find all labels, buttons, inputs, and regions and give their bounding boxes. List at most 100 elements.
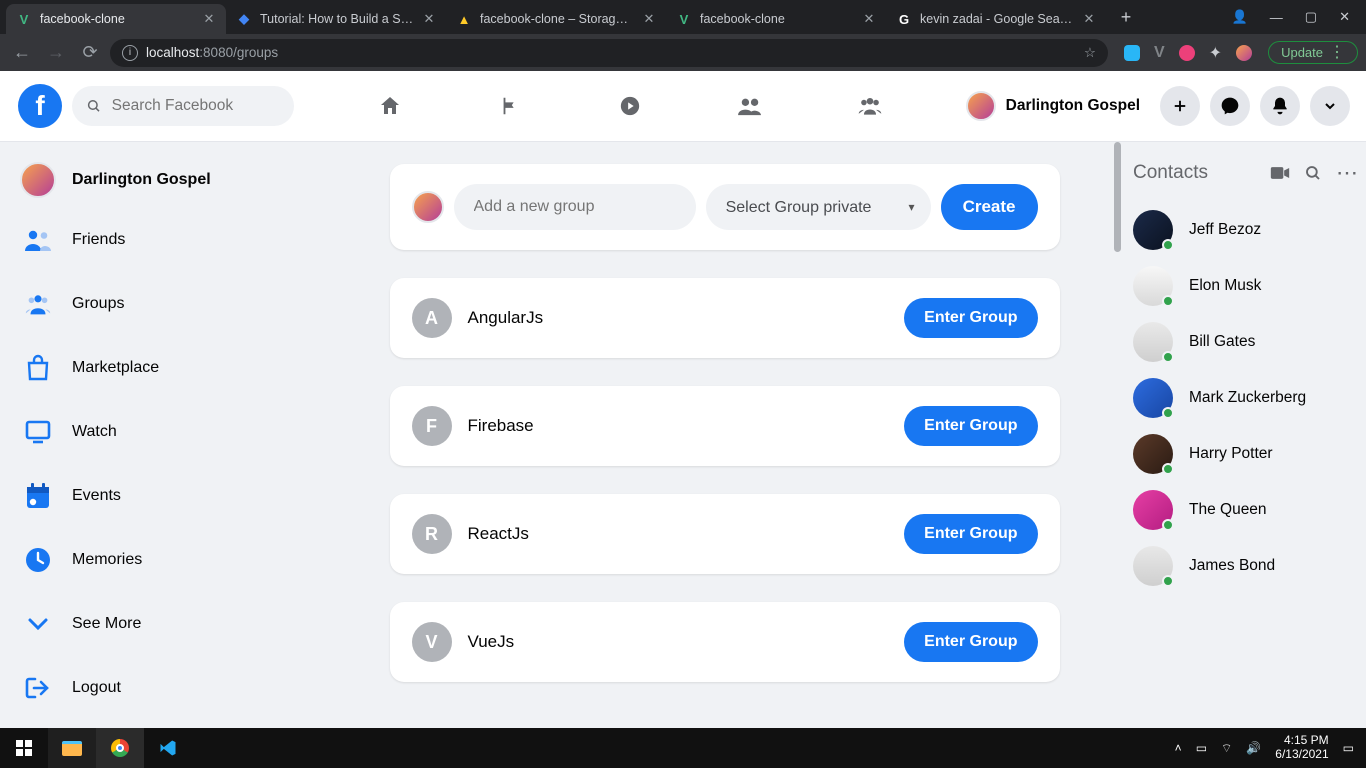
- sidebar-item-clock[interactable]: Memories: [12, 534, 320, 586]
- search-input[interactable]: [112, 97, 280, 115]
- enter-group-button[interactable]: Enter Group: [904, 406, 1037, 446]
- contact-item[interactable]: The Queen: [1133, 482, 1360, 538]
- tray-wifi-icon[interactable]: ⌔: [1221, 741, 1232, 756]
- nav-flag-icon[interactable]: [490, 86, 530, 126]
- tab-strip: V facebook-clone ✕◆ Tutorial: How to Bui…: [0, 0, 1366, 34]
- tab-favicon: G: [896, 11, 912, 27]
- tray-volume-icon[interactable]: 🔊: [1246, 741, 1261, 755]
- create-icon[interactable]: [1160, 86, 1200, 126]
- user-avatar: [966, 91, 996, 121]
- browser-tab[interactable]: ◆ Tutorial: How to Build a Socia ✕: [226, 4, 446, 34]
- extensions-puzzle-icon[interactable]: ✦: [1209, 43, 1222, 63]
- tab-close-icon[interactable]: ✕: [1082, 12, 1096, 26]
- account-dropdown-icon[interactable]: [1310, 86, 1350, 126]
- user-name: Darlington Gospel: [1006, 97, 1140, 115]
- taskbar-chrome-icon[interactable]: [96, 728, 144, 768]
- enter-group-button[interactable]: Enter Group: [904, 622, 1037, 662]
- group-privacy-select[interactable]: Select Group private: [706, 184, 931, 230]
- search-box[interactable]: [72, 86, 294, 126]
- enter-group-button[interactable]: Enter Group: [904, 298, 1037, 338]
- taskbar-vscode-icon[interactable]: [144, 728, 192, 768]
- tab-close-icon[interactable]: ✕: [642, 12, 656, 26]
- system-tray: ˄ ▭ ⌔ 🔊 4:15 PM 6/13/2021 ▭: [1163, 728, 1366, 768]
- tab-close-icon[interactable]: ✕: [862, 12, 876, 26]
- ext-icon-2[interactable]: [1179, 45, 1195, 61]
- bookmark-star-icon[interactable]: ☆: [1084, 45, 1096, 61]
- taskbar-clock[interactable]: 4:15 PM 6/13/2021: [1275, 734, 1328, 762]
- minimize-icon[interactable]: —: [1270, 10, 1283, 25]
- tab-title: facebook-clone: [700, 12, 854, 26]
- tray-notifications-icon[interactable]: ▭: [1343, 741, 1354, 755]
- sidebar-item-bag[interactable]: Marketplace: [12, 342, 320, 394]
- contact-name: The Queen: [1189, 501, 1267, 519]
- sidebar-user[interactable]: Darlington Gospel: [12, 154, 320, 206]
- reload-button[interactable]: ⟳: [76, 39, 104, 67]
- nav-home-icon[interactable]: [370, 86, 410, 126]
- contact-name: Elon Musk: [1189, 277, 1261, 295]
- new-group-input[interactable]: [474, 198, 676, 216]
- user-chip[interactable]: Darlington Gospel: [966, 91, 1150, 121]
- scrollbar-thumb[interactable]: [1114, 142, 1121, 252]
- contacts-search-icon[interactable]: [1304, 164, 1322, 182]
- sidebar-item-friends[interactable]: Friends: [12, 214, 320, 266]
- browser-tab[interactable]: V facebook-clone ✕: [666, 4, 886, 34]
- site-info-icon[interactable]: i: [122, 45, 138, 61]
- sidebar-item-monitor[interactable]: Watch: [12, 406, 320, 458]
- sidebar-item-label: Watch: [72, 423, 117, 441]
- nav-groups-icon[interactable]: [850, 86, 890, 126]
- messenger-icon[interactable]: [1210, 86, 1250, 126]
- tab-close-icon[interactable]: ✕: [202, 12, 216, 26]
- forward-button[interactable]: →: [42, 39, 70, 67]
- ext-icon-1[interactable]: [1124, 45, 1140, 61]
- nav-friends-icon[interactable]: [730, 86, 770, 126]
- sidebar-item-label: Friends: [72, 231, 125, 249]
- tray-battery-icon[interactable]: ▭: [1196, 741, 1207, 755]
- group-card: R ReactJs Enter Group: [390, 494, 1060, 574]
- enter-group-button[interactable]: Enter Group: [904, 514, 1037, 554]
- facebook-logo[interactable]: f: [18, 84, 62, 128]
- browser-tab[interactable]: G kevin zadai - Google Search ✕: [886, 4, 1106, 34]
- profile-icon[interactable]: [1236, 45, 1252, 61]
- new-tab-button[interactable]: +: [1112, 3, 1140, 31]
- taskbar-explorer-icon[interactable]: [48, 728, 96, 768]
- back-button[interactable]: ←: [8, 39, 36, 67]
- group-privacy-select-wrap[interactable]: Select Group private: [706, 184, 931, 230]
- browser-chrome: V facebook-clone ✕◆ Tutorial: How to Bui…: [0, 0, 1366, 71]
- group-name: VueJs: [468, 632, 889, 652]
- contact-item[interactable]: Elon Musk: [1133, 258, 1360, 314]
- video-call-icon[interactable]: [1270, 166, 1290, 180]
- browser-tab[interactable]: ▲ facebook-clone – Storage – F ✕: [446, 4, 666, 34]
- tab-close-icon[interactable]: ✕: [422, 12, 436, 26]
- contact-item[interactable]: Jeff Bezoz: [1133, 202, 1360, 258]
- ext-icon-vue[interactable]: V: [1154, 44, 1165, 62]
- contact-item[interactable]: James Bond: [1133, 538, 1360, 594]
- contact-item[interactable]: Mark Zuckerberg: [1133, 370, 1360, 426]
- sidebar-item-logout[interactable]: Logout: [12, 662, 320, 714]
- close-window-icon[interactable]: ✕: [1339, 9, 1350, 25]
- online-indicator-icon: [1162, 239, 1174, 251]
- contact-item[interactable]: Bill Gates: [1133, 314, 1360, 370]
- tray-chevron-icon[interactable]: ˄: [1175, 741, 1182, 755]
- sidebar-item-calendar[interactable]: Events: [12, 470, 320, 522]
- contact-item[interactable]: Harry Potter: [1133, 426, 1360, 482]
- create-group-button[interactable]: Create: [941, 184, 1038, 230]
- new-group-input-wrap[interactable]: [454, 184, 696, 230]
- contact-name: Jeff Bezoz: [1189, 221, 1261, 239]
- sidebar-item-chevron[interactable]: See More: [12, 598, 320, 650]
- sidebar-user-name: Darlington Gospel: [72, 171, 211, 189]
- sidebar-item-groups[interactable]: Groups: [12, 278, 320, 330]
- contacts-header: Contacts ⋯: [1133, 160, 1360, 186]
- contacts-more-icon[interactable]: ⋯: [1336, 160, 1360, 186]
- browser-tab[interactable]: V facebook-clone ✕: [6, 4, 226, 34]
- sidebar-item-label: Logout: [72, 679, 121, 697]
- maximize-icon[interactable]: ▢: [1305, 9, 1317, 25]
- start-button[interactable]: [0, 728, 48, 768]
- online-indicator-icon: [1162, 295, 1174, 307]
- group-name: Firebase: [468, 416, 889, 436]
- nav-watch-icon[interactable]: [610, 86, 650, 126]
- notifications-icon[interactable]: [1260, 86, 1300, 126]
- calendar-icon: [20, 478, 56, 514]
- online-indicator-icon: [1162, 351, 1174, 363]
- update-button[interactable]: Update ⋮: [1268, 41, 1358, 64]
- address-bar[interactable]: i localhost:8080/groups ☆: [110, 39, 1108, 67]
